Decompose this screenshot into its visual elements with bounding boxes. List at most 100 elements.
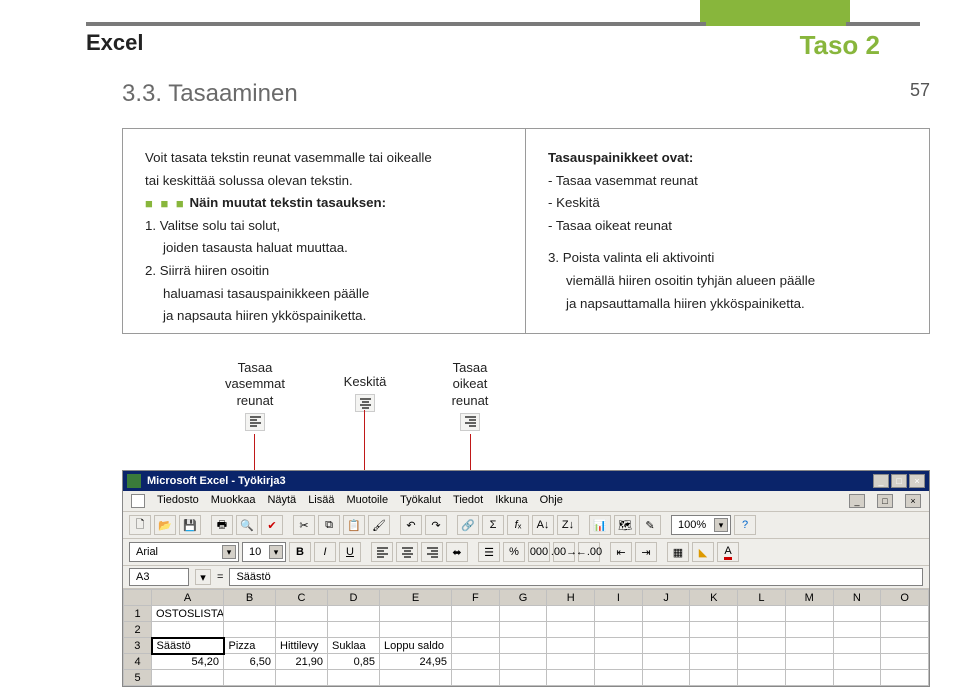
col-header[interactable]: E bbox=[380, 590, 452, 606]
menu-item[interactable]: Tiedot bbox=[453, 494, 483, 508]
formula-input[interactable]: Säästö bbox=[229, 568, 923, 586]
print-icon[interactable]: 🖶 bbox=[211, 515, 233, 535]
select-all-corner[interactable] bbox=[124, 590, 152, 606]
thousands-button[interactable]: 000 bbox=[528, 542, 550, 562]
col-header[interactable]: N bbox=[833, 590, 881, 606]
menu-item[interactable]: Lisää bbox=[308, 494, 334, 508]
fontsize-combo[interactable]: 10▾ bbox=[242, 542, 286, 562]
fill-color-button[interactable]: ◣ bbox=[692, 542, 714, 562]
row-header[interactable]: 2 bbox=[124, 622, 152, 638]
grid-row[interactable]: 5 bbox=[124, 670, 929, 686]
maximize-button[interactable]: □ bbox=[891, 474, 907, 488]
drawing-icon[interactable]: ✎ bbox=[639, 515, 661, 535]
merge-center-button[interactable]: ⬌ bbox=[446, 542, 468, 562]
menu-item[interactable]: Työkalut bbox=[400, 494, 441, 508]
menu-item[interactable]: Muotoile bbox=[346, 494, 388, 508]
zoom-combo[interactable]: 100%▾ bbox=[671, 515, 731, 535]
menu-item[interactable]: Tiedosto bbox=[157, 494, 199, 508]
function-icon[interactable]: fₓ bbox=[507, 515, 529, 535]
row-header[interactable]: 3 bbox=[124, 638, 152, 654]
cell[interactable]: Loppu saldo bbox=[380, 638, 452, 654]
step-line: viemällä hiiren osoitin tyhjän alueen pä… bbox=[566, 270, 907, 293]
currency-button[interactable]: ☰ bbox=[478, 542, 500, 562]
col-header[interactable]: J bbox=[642, 590, 690, 606]
grid-row[interactable]: 2 bbox=[124, 622, 929, 638]
percent-button[interactable]: % bbox=[503, 542, 525, 562]
grid-row[interactable]: 1 OSTOSLISTA bbox=[124, 606, 929, 622]
font-combo[interactable]: Arial▾ bbox=[129, 542, 239, 562]
col-header[interactable]: H bbox=[547, 590, 595, 606]
col-header[interactable]: G bbox=[499, 590, 547, 606]
decrease-decimal-button[interactable]: ←.00 bbox=[578, 542, 600, 562]
align-left-button[interactable] bbox=[371, 542, 393, 562]
col-header[interactable]: L bbox=[738, 590, 786, 606]
col-header[interactable]: D bbox=[328, 590, 380, 606]
col-header[interactable]: F bbox=[452, 590, 500, 606]
sort-asc-icon[interactable]: A↓ bbox=[532, 515, 554, 535]
align-right-button[interactable] bbox=[421, 542, 443, 562]
help-icon[interactable]: ? bbox=[734, 515, 756, 535]
cell[interactable]: Suklaa bbox=[328, 638, 380, 654]
redo-icon[interactable]: ↷ bbox=[425, 515, 447, 535]
hyperlink-icon[interactable]: 🔗 bbox=[457, 515, 479, 535]
col-header[interactable]: B bbox=[224, 590, 276, 606]
cell[interactable]: Hittilevy bbox=[276, 638, 328, 654]
step-line: haluamasi tasauspainikkeen päälle bbox=[163, 283, 503, 306]
bullet-squares-icon: ■ ■ ■ bbox=[145, 193, 186, 215]
sort-desc-icon[interactable]: Z↓ bbox=[557, 515, 579, 535]
doc-minimize-button[interactable]: _ bbox=[849, 494, 865, 508]
col-header[interactable]: O bbox=[881, 590, 929, 606]
header-app: Excel bbox=[86, 30, 144, 56]
grid-row[interactable]: 3 Säästö Pizza Hittilevy Suklaa Loppu sa… bbox=[124, 638, 929, 654]
copy-icon[interactable]: ⧉ bbox=[318, 515, 340, 535]
menu-item[interactable]: Muokkaa bbox=[211, 494, 256, 508]
map-icon[interactable]: 🗺 bbox=[614, 515, 636, 535]
name-box[interactable]: A3 bbox=[129, 568, 189, 586]
font-color-button[interactable]: A bbox=[717, 542, 739, 562]
open-icon[interactable]: 📂 bbox=[154, 515, 176, 535]
cut-icon[interactable]: ✂ bbox=[293, 515, 315, 535]
autosum-icon[interactable]: Σ bbox=[482, 515, 504, 535]
underline-button[interactable]: U bbox=[339, 542, 361, 562]
name-box-dropdown[interactable]: ▾ bbox=[195, 569, 211, 585]
col-header[interactable]: M bbox=[785, 590, 833, 606]
new-icon[interactable]: 🗋 bbox=[129, 515, 151, 535]
name-box-value: A3 bbox=[136, 571, 149, 583]
align-center-button[interactable] bbox=[396, 542, 418, 562]
close-button[interactable]: × bbox=[909, 474, 925, 488]
increase-decimal-button[interactable]: .00→ bbox=[553, 542, 575, 562]
save-icon[interactable]: 💾 bbox=[179, 515, 201, 535]
decrease-indent-button[interactable]: ⇤ bbox=[610, 542, 632, 562]
callouts: Tasaa vasemmat reunat Keskitä Tasaa oike… bbox=[200, 360, 700, 470]
spreadsheet-grid[interactable]: A B C D E F G H I J K L M N O 1 OSTOSLIS… bbox=[123, 589, 929, 686]
doc-maximize-button[interactable]: □ bbox=[877, 494, 893, 508]
row-header[interactable]: 5 bbox=[124, 670, 152, 686]
cell-active[interactable]: Säästö bbox=[152, 638, 224, 654]
menu-item[interactable]: Näytä bbox=[267, 494, 296, 508]
col-header[interactable]: C bbox=[276, 590, 328, 606]
menu-item[interactable]: Ohje bbox=[540, 494, 563, 508]
column-headers[interactable]: A B C D E F G H I J K L M N O bbox=[124, 590, 929, 606]
para-line: tai keskittää solussa olevan tekstin. bbox=[145, 170, 503, 193]
row-header[interactable]: 1 bbox=[124, 606, 152, 622]
paste-icon[interactable]: 📋 bbox=[343, 515, 365, 535]
menu-item[interactable]: Ikkuna bbox=[495, 494, 527, 508]
bold-button[interactable]: B bbox=[289, 542, 311, 562]
increase-indent-button[interactable]: ⇥ bbox=[635, 542, 657, 562]
cell[interactable]: Pizza bbox=[224, 638, 276, 654]
undo-icon[interactable]: ↶ bbox=[400, 515, 422, 535]
align-center-icon bbox=[355, 394, 375, 412]
chart-icon[interactable]: 📊 bbox=[589, 515, 611, 535]
italic-button[interactable]: I bbox=[314, 542, 336, 562]
spellcheck-icon[interactable]: ✔ bbox=[261, 515, 283, 535]
format-painter-icon[interactable]: 🖌 bbox=[368, 515, 390, 535]
borders-button[interactable]: ▦ bbox=[667, 542, 689, 562]
minimize-button[interactable]: _ bbox=[873, 474, 889, 488]
col-header[interactable]: A bbox=[152, 590, 224, 606]
col-header[interactable]: I bbox=[595, 590, 643, 606]
col-header[interactable]: K bbox=[690, 590, 738, 606]
page-number: 57 bbox=[910, 80, 930, 101]
doc-close-button[interactable]: × bbox=[905, 494, 921, 508]
preview-icon[interactable]: 🔍 bbox=[236, 515, 258, 535]
cell[interactable]: OSTOSLISTA bbox=[152, 606, 224, 622]
